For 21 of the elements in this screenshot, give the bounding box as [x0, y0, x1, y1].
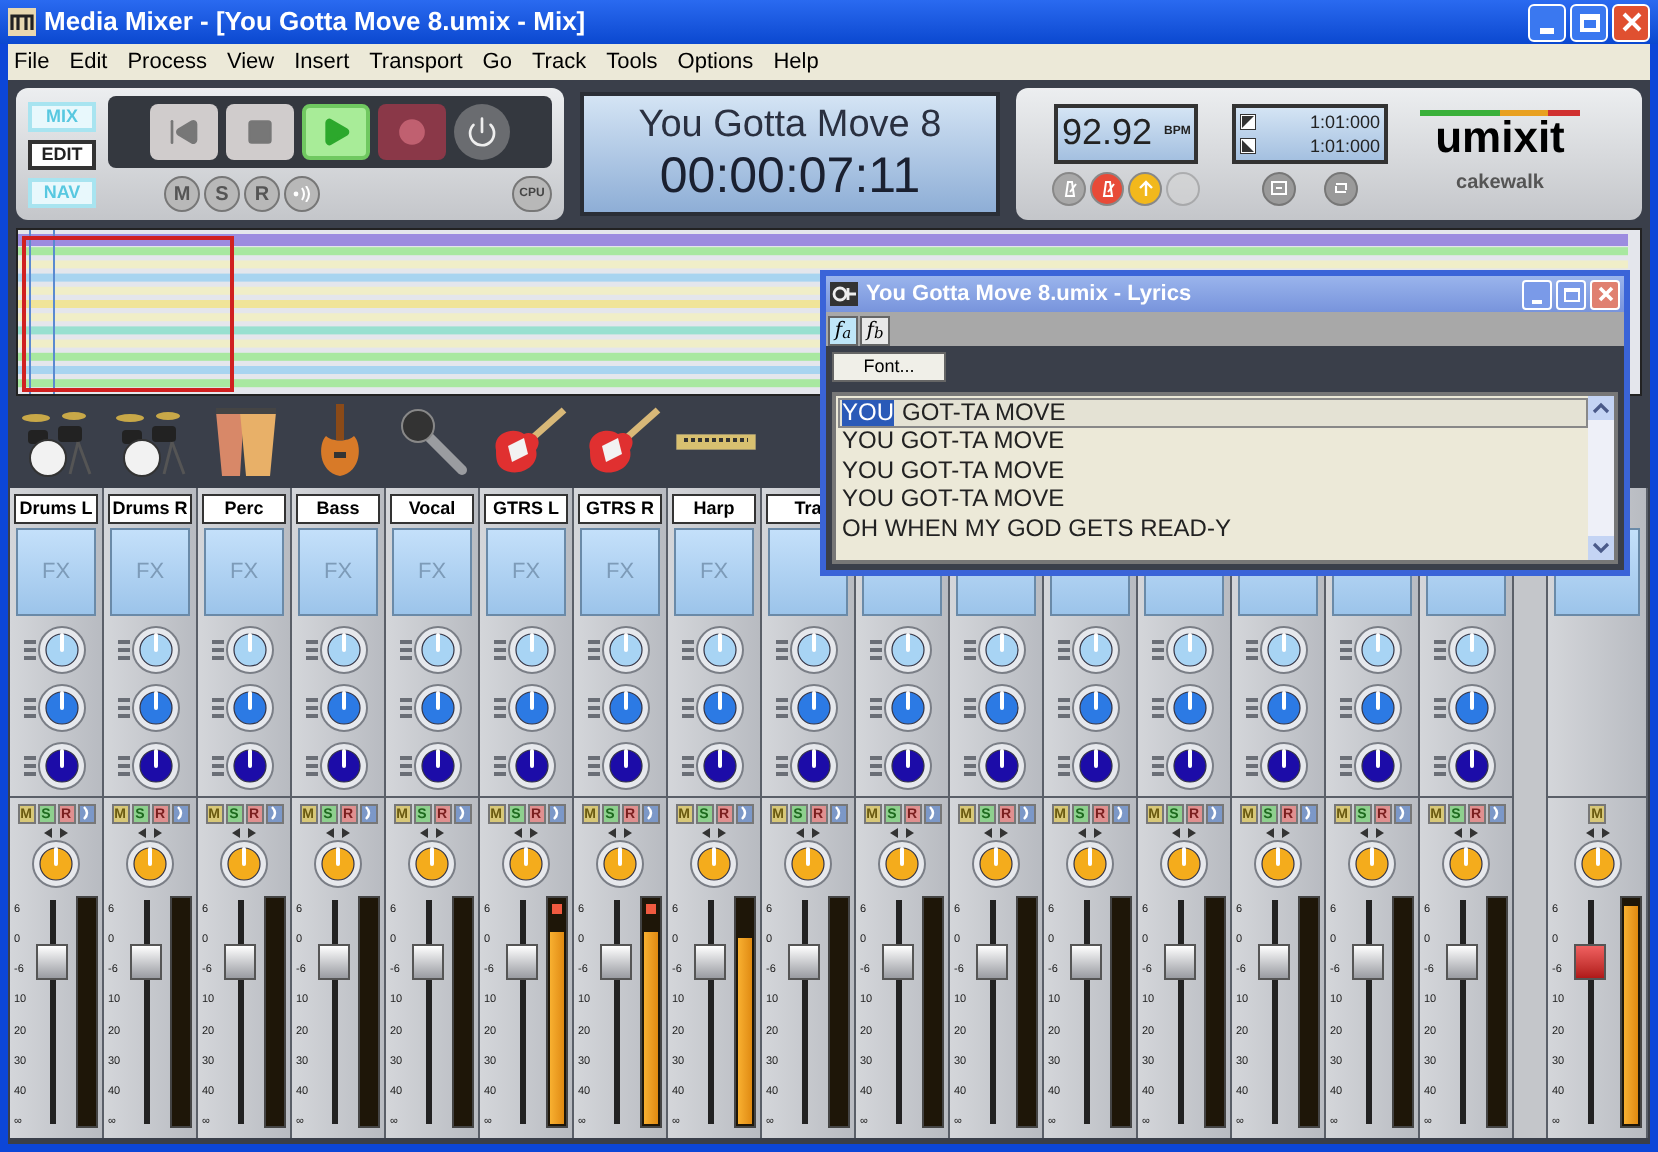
channel-name: GTRS L [484, 494, 568, 524]
vendor-text: cakewalk [1456, 170, 1544, 198]
lyrics-text: YOU [842, 399, 895, 426]
channel-name: Drums L [14, 494, 98, 524]
window-title: Media Mixer - [You Gotta Move 8.umix - Mix] [44, 4, 586, 41]
locator-time: 1:01:000 [1309, 133, 1380, 157]
lyrics-text: YOU GOT-TA MOVE [842, 428, 1065, 455]
locator-time: 1:01:000 [1309, 109, 1380, 133]
channel-name: Harp [672, 494, 756, 524]
channel-name: Drums R [108, 494, 192, 524]
channel-name: GTRS R [578, 494, 662, 524]
time-display: 00:00:07:11 [659, 148, 921, 204]
lyrics-text: GOT-TA MOVE [902, 399, 1066, 426]
channel-name: Perc [202, 494, 286, 524]
channel-name: Bass [296, 494, 380, 524]
lyrics-text: YOU GOT-TA MOVE [842, 457, 1065, 484]
tempo-value: 92.92 [1062, 110, 1153, 156]
song-title: You Gotta Move 8 [638, 104, 942, 148]
channel-name: Vocal [390, 494, 474, 524]
logo-text: umixit [1435, 116, 1565, 160]
lyrics-window-title: You Gotta Move 8.umix - Lyrics [866, 279, 1192, 310]
